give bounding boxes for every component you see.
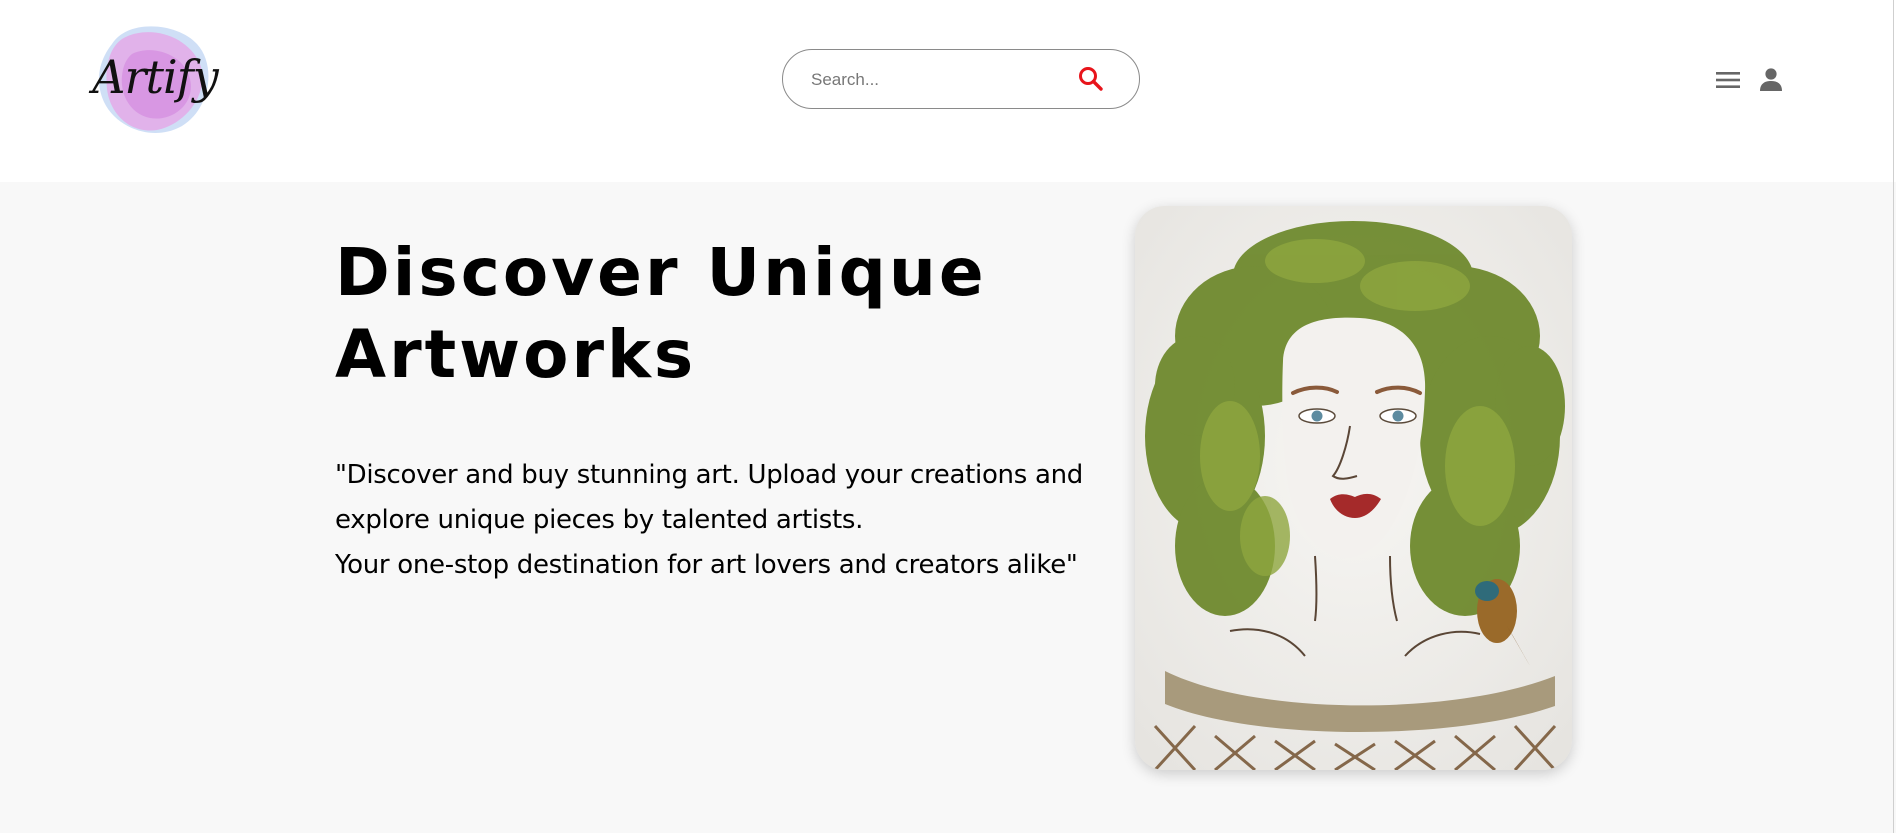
hero-description: "Discover and buy stunning art. Upload y… bbox=[335, 453, 1095, 588]
hero-title-line-1: Discover Unique bbox=[335, 234, 987, 311]
scrollbar-track[interactable] bbox=[1893, 0, 1894, 833]
artify-logo[interactable]: Artify bbox=[92, 14, 219, 140]
search-input[interactable] bbox=[809, 62, 1043, 98]
site-header: Artify bbox=[0, 0, 1896, 182]
leaf-portrait-artwork bbox=[1135, 206, 1572, 770]
menu-icon[interactable] bbox=[1714, 67, 1742, 93]
logo-text: Artify bbox=[92, 50, 218, 104]
search-icon[interactable] bbox=[1077, 65, 1105, 93]
user-icon[interactable] bbox=[1757, 65, 1785, 93]
featured-artwork-image[interactable] bbox=[1135, 206, 1572, 770]
hero-title: Discover Unique Artworks bbox=[335, 232, 987, 396]
hero-title-line-2: Artworks bbox=[335, 316, 697, 393]
hero-description-line-1: "Discover and buy stunning art. Upload y… bbox=[335, 460, 1083, 490]
search-bar bbox=[782, 49, 1140, 109]
hero-description-line-3: Your one-stop destination for art lovers… bbox=[335, 550, 1078, 580]
hero-description-line-2: explore unique pieces by talented artist… bbox=[335, 505, 864, 535]
